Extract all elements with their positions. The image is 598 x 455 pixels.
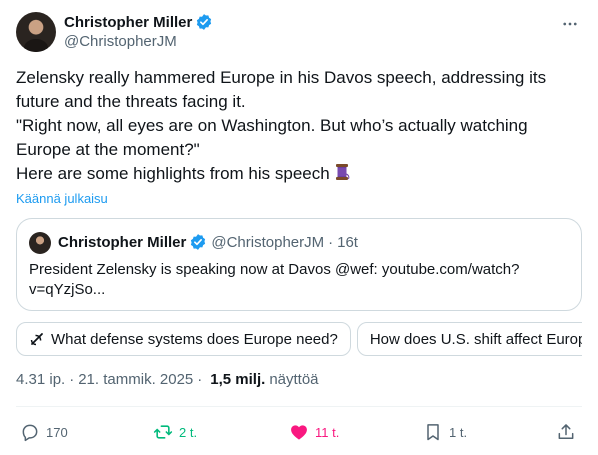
quoted-tweet-card[interactable]: Christopher Miller @ChristopherJM · 16t … xyxy=(16,218,582,311)
quoted-author-name: Christopher Miller xyxy=(58,233,187,251)
grok-suggestion-chip[interactable]: How does U.S. shift affect Europe xyxy=(356,322,582,356)
action-bar: 170 2 t. 11 t. 1 t. xyxy=(16,416,582,448)
tweet-line-text: Here are some highlights from his speech xyxy=(16,164,330,183)
share-icon xyxy=(556,422,576,442)
grok-icon xyxy=(29,331,45,347)
translate-post-link[interactable]: Käännä julkaisu xyxy=(16,191,108,206)
verified-badge-icon xyxy=(195,13,213,31)
tweet-line: Zelensky really hammered Europe in his D… xyxy=(16,68,547,87)
quoted-tweet-header: Christopher Miller @ChristopherJM · 16t xyxy=(58,233,358,251)
quoted-tweet-text: President Zelensky is speaking now at Da… xyxy=(29,260,569,300)
bookmark-button[interactable]: 1 t. xyxy=(423,416,467,448)
author-block: Christopher Miller @ChristopherJM xyxy=(64,12,213,50)
tweet-metadata: 4.31 ip. · 21. tammik. 2025 · 1,5 milj. … xyxy=(16,371,319,388)
quoted-author-avatar xyxy=(29,232,51,254)
tweet-text: Zelensky really hammered Europe in his D… xyxy=(16,66,576,189)
divider xyxy=(16,406,582,407)
tweet-line: Europe at the moment?" xyxy=(16,140,200,159)
quoted-text-line: President Zelensky is speaking now at Da… xyxy=(29,261,520,278)
heart-icon xyxy=(289,422,309,442)
quoted-text-line: v=qYzjSo... xyxy=(29,281,106,298)
grok-suggestions: What defense systems does Europe need? H… xyxy=(16,322,582,356)
bookmark-count: 1 t. xyxy=(449,424,468,440)
thread-spool-icon xyxy=(332,162,352,189)
repost-count: 2 t. xyxy=(179,424,198,440)
tweet-line: "Right now, all eyes are on Washington. … xyxy=(16,116,528,135)
separator-dot: · xyxy=(69,371,75,388)
grok-suggestion-chip[interactable]: What defense systems does Europe need? xyxy=(16,322,351,356)
tweet-date[interactable]: 21. tammik. 2025 xyxy=(78,371,193,388)
views-label: näyttöä xyxy=(269,371,319,388)
tweet-line: Here are some highlights from his speech xyxy=(16,162,576,189)
separator-dot: · xyxy=(328,233,334,251)
tweet-line: future and the threats facing it. xyxy=(16,92,246,111)
more-options-icon[interactable] xyxy=(560,14,580,34)
reply-count: 170 xyxy=(46,424,68,440)
like-count: 11 t. xyxy=(315,424,340,440)
repost-button[interactable]: 2 t. xyxy=(153,416,197,448)
grok-suggestion-label: How does U.S. shift affect Europe xyxy=(369,330,582,348)
reply-button[interactable]: 170 xyxy=(20,416,68,448)
quoted-tweet-time: 16t xyxy=(337,233,358,251)
separator-dot: · xyxy=(197,371,203,388)
grok-suggestion-label: What defense systems does Europe need? xyxy=(51,330,338,348)
views-count: 1,5 milj. xyxy=(210,371,266,388)
author-name[interactable]: Christopher Miller xyxy=(64,14,192,31)
reply-icon xyxy=(20,422,40,442)
quoted-author-handle: @ChristopherJM xyxy=(211,233,325,251)
like-button[interactable]: 11 t. xyxy=(289,416,339,448)
verified-badge-icon xyxy=(189,233,207,251)
author-avatar[interactable] xyxy=(16,12,56,52)
bookmark-icon xyxy=(423,422,443,442)
tweet-time[interactable]: 4.31 ip. xyxy=(16,371,65,388)
share-button[interactable] xyxy=(556,416,576,448)
author-handle[interactable]: @ChristopherJM xyxy=(64,33,213,50)
repost-icon xyxy=(153,422,173,442)
